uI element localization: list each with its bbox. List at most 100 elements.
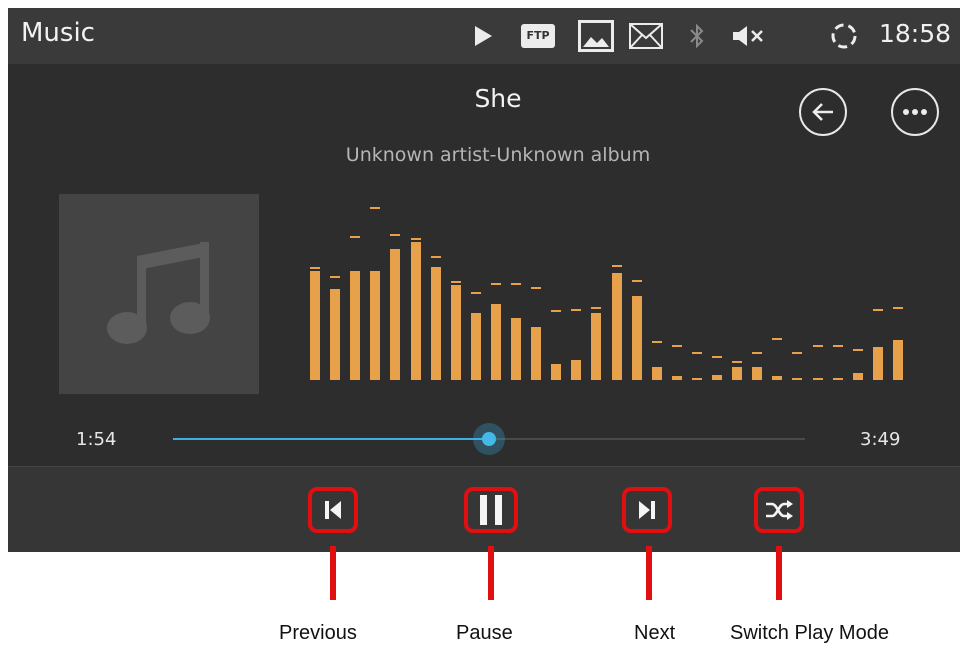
playback-controls <box>8 466 960 552</box>
sync-icon <box>827 20 861 52</box>
spectrum-peak <box>471 292 481 294</box>
spectrum-peak <box>752 352 762 354</box>
ftp-icon: FTP <box>520 20 556 52</box>
spectrum-peak <box>652 341 662 343</box>
spectrum-bar <box>652 367 662 380</box>
pause-button[interactable] <box>464 487 518 533</box>
next-button[interactable] <box>622 487 672 533</box>
spectrum-peak <box>772 338 782 340</box>
seek-bar[interactable] <box>173 423 805 455</box>
switch-play-mode-button[interactable] <box>754 487 804 533</box>
spectrum-bar <box>672 376 682 380</box>
spectrum-peak <box>511 283 521 285</box>
spectrum-peak <box>893 307 903 309</box>
spectrum-peak <box>853 349 863 351</box>
spectrum-bar <box>431 267 441 380</box>
spectrum-bar <box>330 289 340 380</box>
spectrum-peak <box>712 356 722 358</box>
mute-icon <box>730 20 766 52</box>
spectrum-peak <box>591 307 601 309</box>
spectrum-bar <box>772 376 782 380</box>
spectrum-bar <box>390 249 400 380</box>
spectrum-visualizer <box>310 198 910 380</box>
spectrum-peak <box>491 283 501 285</box>
spectrum-bar <box>692 378 702 380</box>
seek-bar-progress <box>173 438 489 440</box>
spectrum-bar <box>792 378 802 380</box>
back-arrow-icon <box>812 103 833 121</box>
spectrum-bar <box>310 271 320 380</box>
pause-annotation: Pause <box>456 622 513 644</box>
status-bar: Music FTP 18:58 <box>8 8 960 64</box>
total-time: 3:49 <box>860 429 901 450</box>
previous-icon <box>325 501 341 519</box>
spectrum-bar <box>531 327 541 380</box>
switch-play-mode-annotation: Switch Play Mode <box>730 622 889 644</box>
spectrum-peak <box>411 238 421 240</box>
spectrum-peak <box>451 281 461 283</box>
next-icon <box>639 501 655 519</box>
spectrum-bar <box>632 296 642 380</box>
spectrum-peak <box>612 265 622 267</box>
image-icon <box>577 20 615 52</box>
spectrum-peak <box>692 352 702 354</box>
music-player-screen: Music FTP 18:58 She Unknown artist-Unkno… <box>8 8 960 552</box>
spectrum-peak <box>873 309 883 311</box>
callout-line-play-mode <box>776 546 782 600</box>
spectrum-bar <box>712 375 722 380</box>
spectrum-bar <box>591 313 601 380</box>
back-button[interactable] <box>799 88 847 136</box>
spectrum-bar <box>411 242 421 380</box>
clock: 18:58 <box>879 19 952 48</box>
artist-album-label: Unknown artist-Unknown album <box>345 144 651 166</box>
ftp-label: FTP <box>521 24 555 48</box>
callout-line-next <box>646 546 652 600</box>
spectrum-peak <box>792 352 802 354</box>
next-annotation: Next <box>634 622 676 644</box>
mail-icon <box>627 20 665 52</box>
music-note-icon <box>107 242 210 344</box>
spectrum-bar <box>853 373 863 380</box>
seek-thumb[interactable] <box>482 432 496 446</box>
callout-line-pause <box>488 546 494 600</box>
spectrum-bar <box>732 367 742 380</box>
spectrum-bar <box>471 313 481 380</box>
spectrum-bar <box>350 271 360 380</box>
shuffle-icon <box>766 500 793 520</box>
spectrum-peak <box>531 287 541 289</box>
previous-annotation: Previous <box>279 622 357 644</box>
spectrum-peak <box>431 256 441 258</box>
spectrum-peak <box>330 276 340 278</box>
spectrum-peak <box>732 361 742 363</box>
current-time: 1:54 <box>76 429 117 450</box>
spectrum-bar <box>511 318 521 380</box>
spectrum-bar <box>370 271 380 380</box>
spectrum-peak <box>632 280 642 282</box>
app-title: Music <box>21 18 95 48</box>
spectrum-bar <box>813 378 823 380</box>
spectrum-peak <box>370 207 380 209</box>
more-options-button[interactable] <box>891 88 939 136</box>
spectrum-peak <box>551 310 561 312</box>
spectrum-bar <box>893 340 903 380</box>
spectrum-peak <box>390 234 400 236</box>
previous-button[interactable] <box>308 487 358 533</box>
pause-icon <box>480 495 502 525</box>
callout-line-previous <box>330 546 336 600</box>
spectrum-bar <box>571 360 581 380</box>
spectrum-bar <box>612 273 622 380</box>
spectrum-peak <box>833 345 843 347</box>
song-title: She <box>474 84 522 113</box>
spectrum-bar <box>451 285 461 380</box>
spectrum-peak <box>571 309 581 311</box>
bluetooth-icon <box>686 20 708 52</box>
more-options-icon <box>903 109 927 115</box>
spectrum-bar <box>491 304 501 380</box>
spectrum-peak <box>310 267 320 269</box>
spectrum-peak <box>813 345 823 347</box>
spectrum-bar <box>873 347 883 380</box>
spectrum-bar <box>833 378 843 380</box>
spectrum-bar <box>752 367 762 380</box>
spectrum-bar <box>551 364 561 380</box>
album-art <box>59 194 259 394</box>
